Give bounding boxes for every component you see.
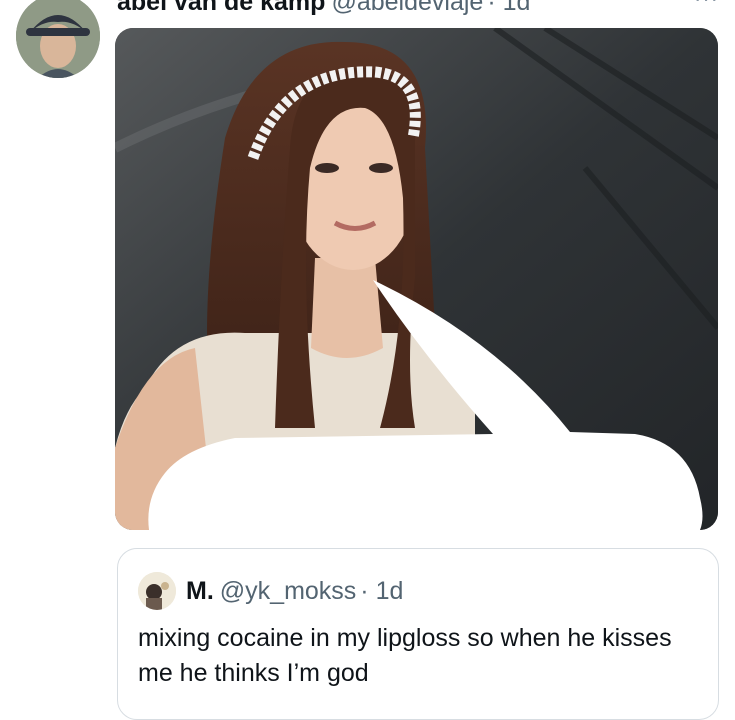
tweet-media[interactable] xyxy=(115,28,718,530)
avatar-icon xyxy=(16,0,100,78)
photo-with-speech-bubble xyxy=(115,28,718,530)
author-name[interactable]: abel van de kamp xyxy=(117,0,325,16)
tweet-time[interactable]: · 1d xyxy=(487,0,530,16)
quoted-author-handle[interactable]: @yk_mokss xyxy=(220,577,357,605)
author-avatar[interactable] xyxy=(16,0,100,78)
quoted-tweet-header: M. @yk_mokss · 1d xyxy=(186,575,403,607)
quoted-tweet-time[interactable]: · 1d xyxy=(360,577,403,605)
quoted-tweet[interactable]: M. @yk_mokss · 1d mixing cocaine in my lip… xyxy=(117,548,719,720)
avatar-icon xyxy=(138,572,176,610)
more-options-icon[interactable]: ··· xyxy=(694,0,719,12)
quoted-tweet-text: mixing cocaine in my lipgloss so when he… xyxy=(138,624,672,687)
author-handle[interactable]: @abeldeviaje xyxy=(331,0,483,16)
quoted-author-name[interactable]: M. xyxy=(186,577,214,605)
quoted-author-avatar[interactable] xyxy=(138,572,176,610)
tweet-header: abel van de kamp @abeldeviaje · 1d xyxy=(117,0,530,16)
